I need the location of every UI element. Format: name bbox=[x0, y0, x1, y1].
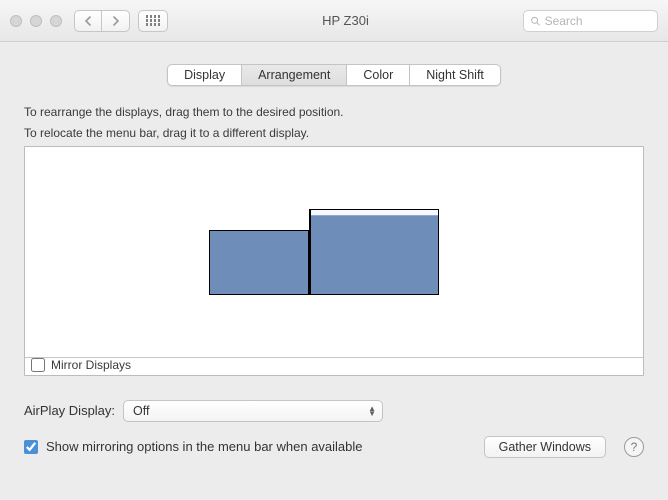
show-mirroring-checkbox[interactable] bbox=[24, 440, 38, 454]
menu-bar-handle[interactable] bbox=[311, 210, 438, 216]
forward-button[interactable] bbox=[102, 10, 130, 32]
panel: To rearrange the displays, drag them to … bbox=[24, 104, 644, 376]
window-title: HP Z30i bbox=[168, 13, 523, 28]
updown-icon: ▲▼ bbox=[368, 406, 376, 416]
titlebar: HP Z30i bbox=[0, 0, 668, 42]
back-button[interactable] bbox=[74, 10, 102, 32]
window-controls bbox=[10, 15, 62, 27]
tab-night-shift[interactable]: Night Shift bbox=[410, 64, 501, 86]
zoom-icon[interactable] bbox=[50, 15, 62, 27]
bottom-controls: AirPlay Display: Off ▲▼ bbox=[0, 376, 668, 422]
airplay-label: AirPlay Display: bbox=[24, 403, 115, 418]
search-field[interactable] bbox=[523, 10, 658, 32]
instruction-line-1: To rearrange the displays, drag them to … bbox=[24, 104, 644, 121]
minimize-icon[interactable] bbox=[30, 15, 42, 27]
tab-color[interactable]: Color bbox=[347, 64, 410, 86]
search-input[interactable] bbox=[545, 14, 651, 28]
tab-bar: Display Arrangement Color Night Shift bbox=[0, 64, 668, 86]
display-primary[interactable] bbox=[309, 209, 439, 295]
arrangement-area: Mirror Displays bbox=[24, 146, 644, 376]
close-icon[interactable] bbox=[10, 15, 22, 27]
help-button[interactable]: ? bbox=[624, 437, 644, 457]
chevron-right-icon bbox=[112, 16, 120, 26]
instruction-line-2: To relocate the menu bar, drag it to a d… bbox=[24, 125, 644, 142]
nav-buttons bbox=[74, 10, 130, 32]
mirror-displays-checkbox[interactable] bbox=[31, 358, 45, 372]
mirror-displays-label: Mirror Displays bbox=[51, 358, 131, 372]
display-canvas[interactable] bbox=[25, 147, 643, 357]
chevron-left-icon bbox=[84, 16, 92, 26]
gather-windows-button[interactable]: Gather Windows bbox=[484, 436, 606, 458]
footer: Show mirroring options in the menu bar w… bbox=[0, 436, 668, 458]
tab-display[interactable]: Display bbox=[167, 64, 242, 86]
grid-icon bbox=[146, 15, 161, 26]
show-all-button[interactable] bbox=[138, 10, 168, 32]
tab-arrangement[interactable]: Arrangement bbox=[242, 64, 347, 86]
airplay-select[interactable]: Off ▲▼ bbox=[123, 400, 383, 422]
search-icon bbox=[530, 15, 541, 27]
airplay-value: Off bbox=[133, 404, 149, 418]
display-secondary[interactable] bbox=[209, 230, 309, 295]
show-mirroring-label: Show mirroring options in the menu bar w… bbox=[46, 439, 363, 454]
